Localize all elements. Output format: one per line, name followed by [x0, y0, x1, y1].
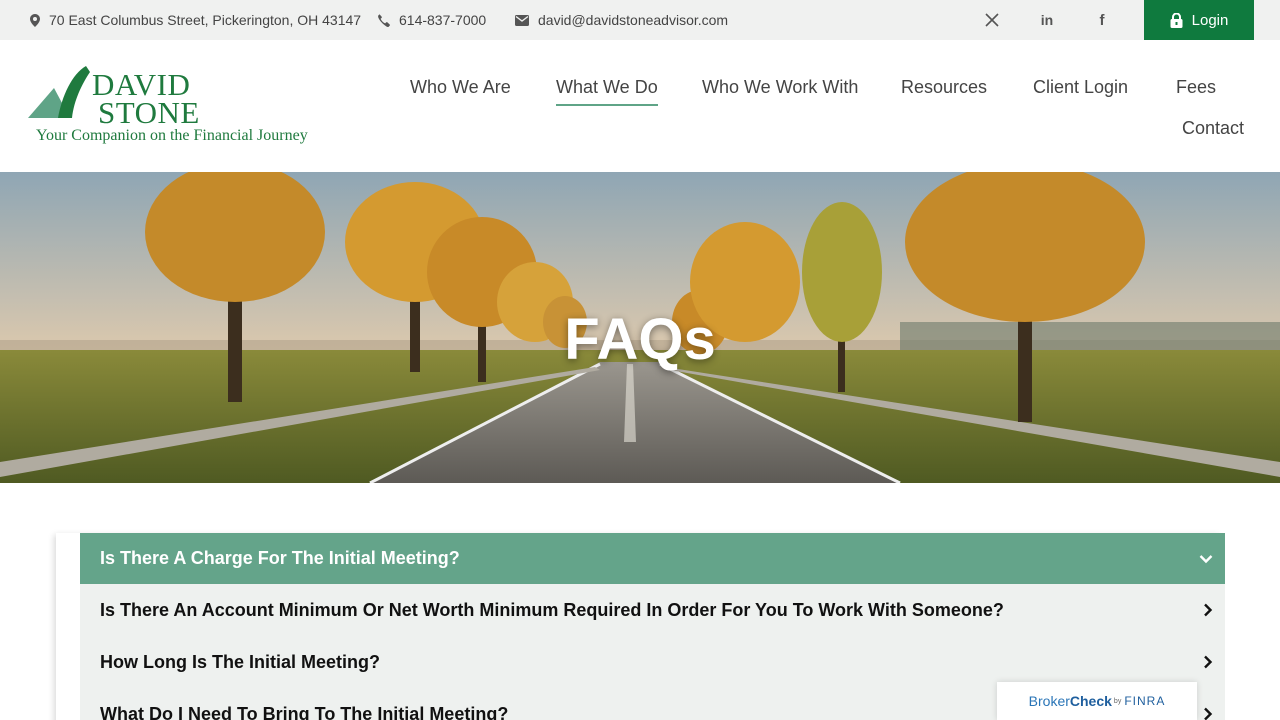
- faq-item-account-minimum[interactable]: Is There An Account Minimum Or Net Worth…: [80, 584, 1225, 636]
- address-text: 70 East Columbus Street, Pickerington, O…: [49, 12, 362, 28]
- nav-what-we-do[interactable]: What We Do: [556, 77, 658, 106]
- address-link[interactable]: 70 East Columbus Street, Pickerington, O…: [30, 0, 361, 40]
- logo-tagline: Your Companion on the Financial Journey: [36, 127, 308, 144]
- faq-question: Is There A Charge For The Initial Meetin…: [100, 548, 460, 568]
- chevron-right-icon: [1204, 655, 1213, 669]
- x-twitter-icon[interactable]: [980, 0, 1004, 40]
- phone-text: 614-837-7000: [399, 12, 487, 28]
- lock-icon: [1170, 12, 1183, 28]
- page-title: FAQs: [564, 307, 716, 372]
- top-bar: 70 East Columbus Street, Pickerington, O…: [0, 0, 1280, 40]
- phone-icon: [378, 13, 390, 27]
- site-header: DAVID STONE Your Companion on the Financ…: [0, 40, 1280, 172]
- brokercheck-badge[interactable]: Broker Check by FINRA: [997, 682, 1197, 720]
- brokercheck-finra: FINRA: [1124, 694, 1166, 708]
- email-text: david@davidstoneadvisor.com: [538, 12, 729, 28]
- phone-link[interactable]: 614-837-7000: [377, 0, 486, 40]
- nav-who-we-are[interactable]: Who We Are: [410, 77, 511, 98]
- brokercheck-by: by: [1113, 697, 1122, 705]
- hero-banner: FAQs: [0, 172, 1280, 483]
- map-pin-icon: [30, 13, 40, 27]
- faq-item-initial-meeting-charge[interactable]: Is There A Charge For The Initial Meetin…: [80, 533, 1225, 584]
- faq-question: Is There An Account Minimum Or Net Worth…: [100, 599, 1004, 620]
- logo[interactable]: DAVID STONE Your Companion on the Financ…: [28, 66, 328, 150]
- faq-question: How Long Is The Initial Meeting?: [100, 651, 380, 672]
- nav-contact[interactable]: Contact: [1182, 118, 1244, 139]
- chevron-down-icon: [1199, 554, 1213, 563]
- brokercheck-check: Check: [1069, 693, 1112, 709]
- nav-client-login[interactable]: Client Login: [1033, 77, 1128, 98]
- chevron-right-icon: [1204, 603, 1213, 617]
- login-button[interactable]: Login: [1144, 0, 1254, 40]
- nav-resources[interactable]: Resources: [901, 77, 987, 98]
- faq-question: What Do I Need To Bring To The Initial M…: [100, 703, 509, 720]
- nav-fees[interactable]: Fees: [1176, 77, 1216, 98]
- faq-item-meeting-length[interactable]: How Long Is The Initial Meeting?: [80, 636, 1225, 688]
- brokercheck-broker: Broker: [1028, 693, 1070, 709]
- login-label: Login: [1191, 11, 1229, 29]
- envelope-icon: [515, 14, 529, 26]
- email-link[interactable]: david@davidstoneadvisor.com: [515, 0, 728, 40]
- facebook-icon[interactable]: f: [1090, 0, 1114, 40]
- nav-who-we-work-with[interactable]: Who We Work With: [702, 77, 858, 98]
- chevron-right-icon: [1204, 707, 1213, 720]
- logo-line2: STONE: [98, 95, 200, 130]
- linkedin-icon[interactable]: in: [1035, 0, 1059, 40]
